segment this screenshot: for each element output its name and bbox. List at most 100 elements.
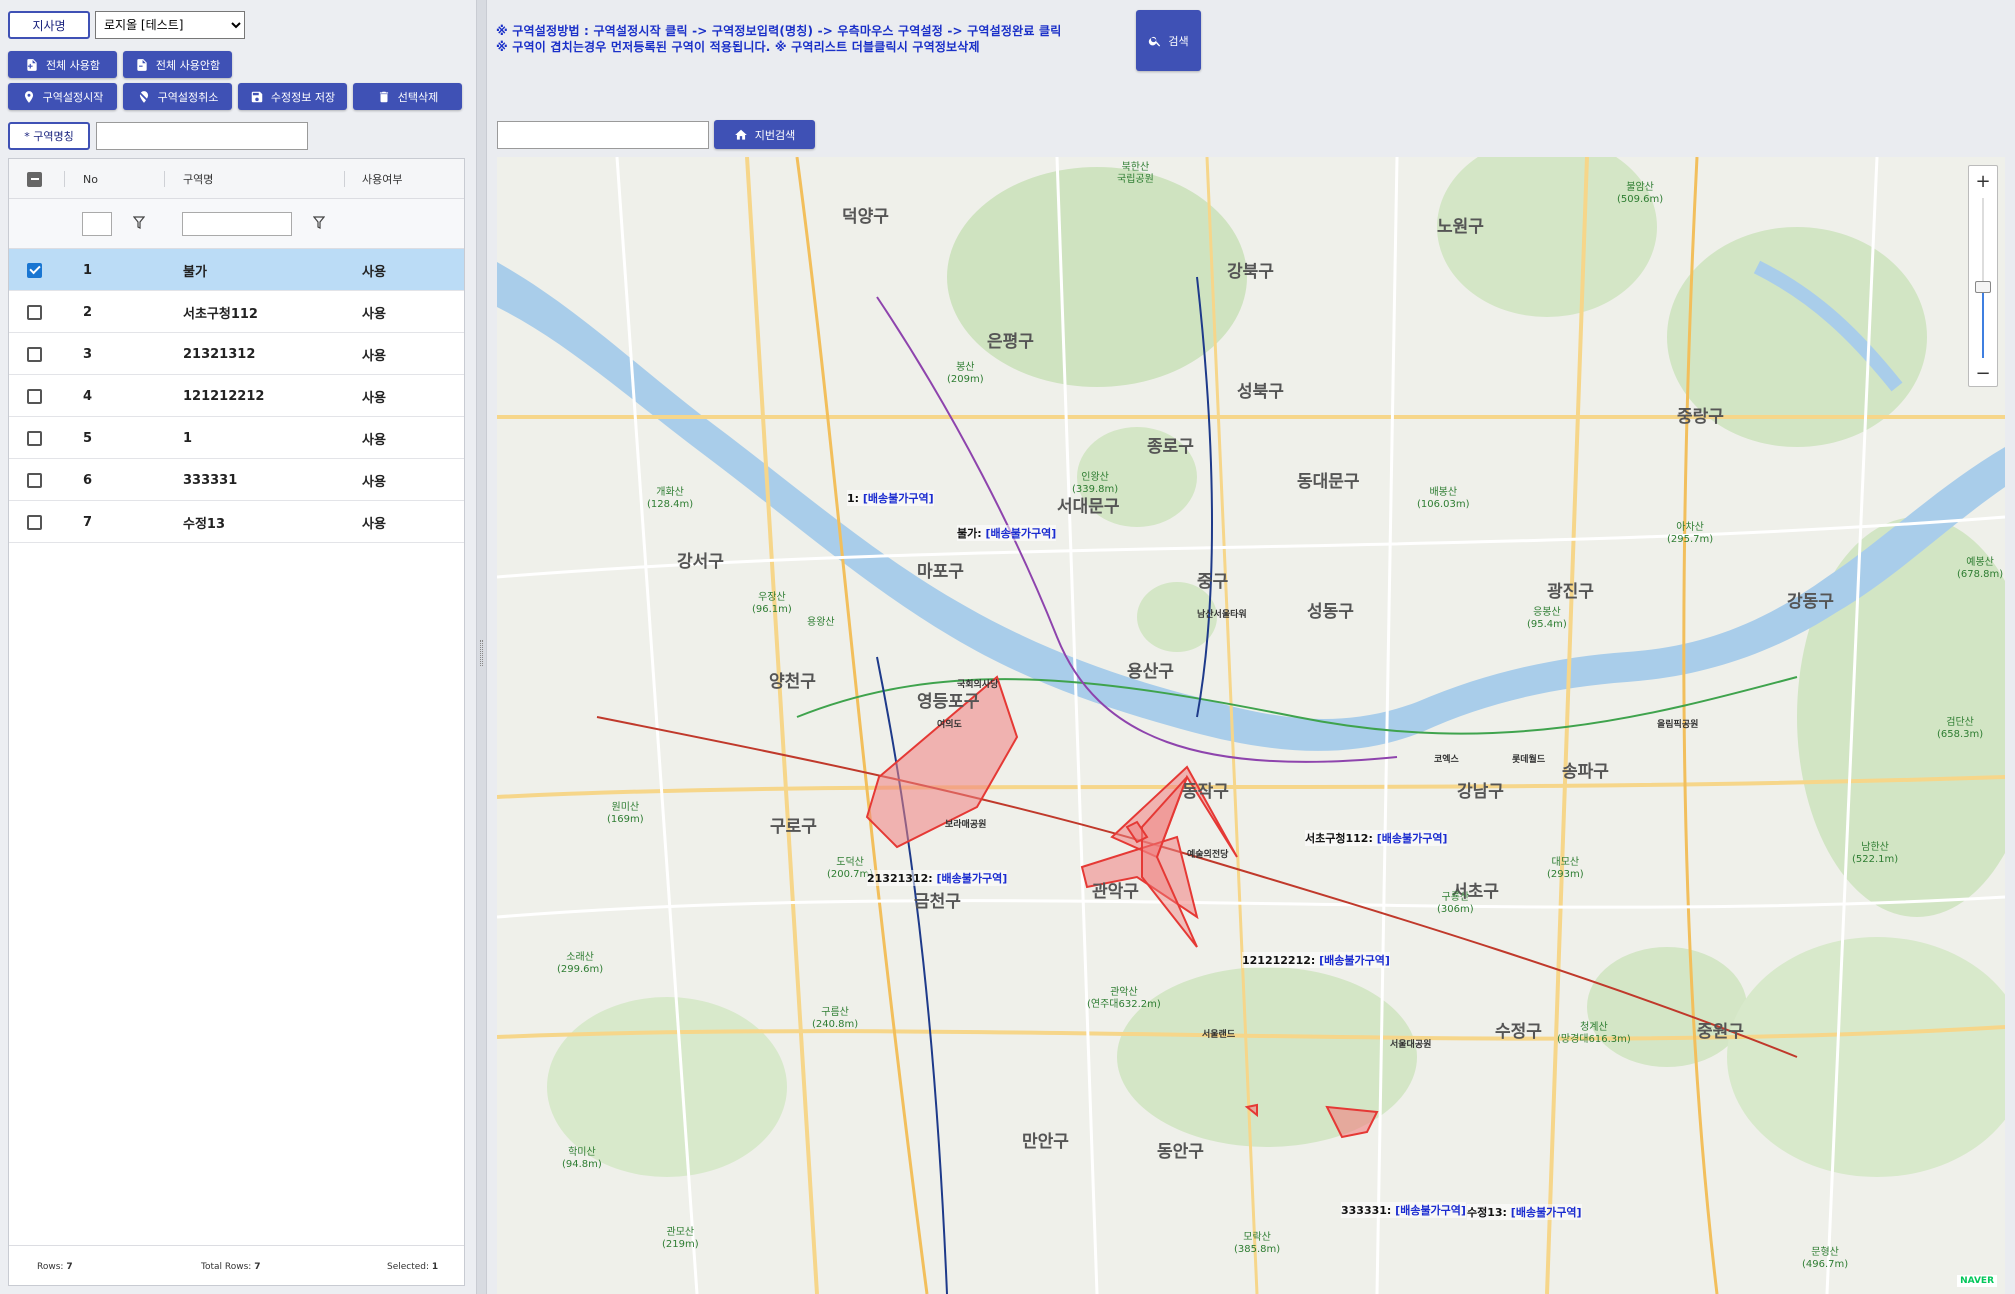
disable-all-button[interactable]: 전체 사용안함 <box>123 51 232 78</box>
zone-label[interactable]: 21321312: [배송불가구역] <box>867 870 1008 886</box>
landmark-label: 남산서울타워 <box>1197 610 1247 620</box>
row-checkbox-cell[interactable] <box>27 459 42 501</box>
row-checkbox[interactable] <box>27 262 42 278</box>
row-zone-name: 21321312 <box>183 346 256 362</box>
row-checkbox[interactable] <box>27 304 42 320</box>
zone-label[interactable]: 333331: [배송불가구역] <box>1341 1202 1466 1218</box>
header-no[interactable]: No <box>83 159 98 199</box>
row-no: 5 <box>83 430 93 446</box>
save-edit-button[interactable]: 수정정보 저장 <box>238 83 347 110</box>
mountain-poi: 인왕산 (339.8m) <box>1072 472 1119 495</box>
district-label: 양천구 <box>769 672 816 692</box>
address-search-button[interactable]: 지번검색 <box>714 120 815 149</box>
mountain-poi: 구룡산 (306m) <box>1437 892 1474 915</box>
district-label: 중구 <box>1197 572 1229 592</box>
row-no: 3 <box>83 346 93 362</box>
zone-grid: No 구역명 사용여부 1 불가 사용 2 서초구청112 사용 3 21321312 사용 4 1… <box>8 158 465 1286</box>
cancel-zone-button[interactable]: 구역설정취소 <box>123 83 232 110</box>
mountain-poi: 학미산 (94.8m) <box>562 1147 602 1170</box>
row-checkbox[interactable] <box>27 472 42 488</box>
zoom-slider-handle[interactable] <box>1975 281 1991 293</box>
zoom-out-button[interactable]: − <box>1969 360 1997 386</box>
select-all-checkbox[interactable] <box>27 171 42 187</box>
row-checkbox[interactable] <box>27 388 42 404</box>
delete-selected-button[interactable]: 선택삭제 <box>353 83 462 110</box>
mountain-poi: 문형산 (496.7m) <box>1802 1247 1849 1270</box>
landmark-label: 국회의사당 <box>957 680 999 690</box>
table-row[interactable]: 6 333331 사용 <box>9 459 464 501</box>
mountain-poi: 모락산 (385.8m) <box>1234 1232 1281 1255</box>
search-button[interactable]: 검색 <box>1136 10 1201 71</box>
zone-label[interactable]: 1: [배송불가구역] <box>847 490 934 506</box>
district-label: 영등포구 <box>917 692 980 712</box>
mountain-poi: 응봉산 (95.4m) <box>1527 607 1567 630</box>
district-label: 관악구 <box>1092 882 1139 902</box>
header-use[interactable]: 사용여부 <box>362 159 402 199</box>
zone-label[interactable]: 수정13: [배송불가구역] <box>1467 1204 1582 1220</box>
zone-name-input[interactable] <box>96 122 308 150</box>
district-label: 동안구 <box>1157 1142 1204 1162</box>
row-checkbox-cell[interactable] <box>27 417 42 459</box>
row-checkbox-cell[interactable] <box>27 249 42 291</box>
map-pin-off-icon <box>137 90 150 103</box>
search-label: 검색 <box>1168 34 1189 48</box>
panel-splitter[interactable] <box>476 0 487 1294</box>
row-checkbox[interactable] <box>27 514 42 530</box>
zoom-in-button[interactable]: + <box>1969 168 1997 194</box>
table-row[interactable]: 4 121212212 사용 <box>9 375 464 417</box>
branch-select[interactable]: 로지올 [테스트] <box>95 11 245 39</box>
zone-label[interactable]: 121212212: [배송불가구역] <box>1242 952 1390 968</box>
row-checkbox-cell[interactable] <box>27 291 42 333</box>
header-zone-name[interactable]: 구역명 <box>183 159 213 199</box>
zone-label[interactable]: 불가: [배송불가구역] <box>957 525 1057 541</box>
table-row[interactable]: 3 21321312 사용 <box>9 333 464 375</box>
row-checkbox[interactable] <box>27 346 42 362</box>
filter-no-input[interactable] <box>82 212 112 236</box>
save-icon <box>251 91 263 102</box>
enable-all-button[interactable]: 전체 사용함 <box>8 51 117 78</box>
mountain-poi: 용왕산 <box>807 617 835 628</box>
row-no: 1 <box>83 262 93 278</box>
enable-all-label: 전체 사용함 <box>45 58 101 72</box>
zone-label[interactable]: 서초구청112: [배송불가구역] <box>1305 830 1448 846</box>
row-use: 사용 <box>362 474 386 490</box>
district-label: 성북구 <box>1237 382 1284 402</box>
row-use: 사용 <box>362 348 386 364</box>
select-all-cell[interactable] <box>27 159 42 199</box>
mountain-poi: 봉산 (209m) <box>947 362 984 385</box>
search-icon <box>1149 36 1161 47</box>
filter-name-icon[interactable] <box>313 216 325 230</box>
map-panel: ※ 구역설정방법 : 구역설정시작 클릭 -> 구역정보입력(명칭) -> 우측… <box>487 0 2015 1294</box>
filter-name-input[interactable] <box>182 212 292 236</box>
table-row[interactable]: 5 1 사용 <box>9 417 464 459</box>
zone-instructions: ※ 구역설정방법 : 구역설정시작 클릭 -> 구역정보입력(명칭) -> 우측… <box>496 23 1061 55</box>
district-label: 만안구 <box>1022 1132 1069 1152</box>
disable-all-label: 전체 사용안함 <box>155 58 221 72</box>
row-checkbox[interactable] <box>27 430 42 446</box>
row-no: 6 <box>83 472 93 488</box>
zone-name-label: * 구역명칭 <box>8 122 90 150</box>
mountain-poi: 청계산 (망경대616.3m) <box>1557 1022 1631 1045</box>
mountain-poi: 예봉산 (678.8m) <box>1957 557 2004 580</box>
landmark-label: 롯데월드 <box>1512 755 1546 765</box>
mountain-poi: 검단산 (658.3m) <box>1937 717 1984 740</box>
naver-logo: NAVER <box>1957 1275 1997 1287</box>
naver-map[interactable]: 덕양구 강북구 노원구 은평구 성북구 종로구 중랑구 서대문구 동대문구 강서구 마포구 중구 성동구… <box>497 157 2005 1294</box>
table-row[interactable]: 7 수정13 사용 <box>9 501 464 543</box>
row-checkbox-cell[interactable] <box>27 501 42 543</box>
row-use: 사용 <box>362 390 386 406</box>
table-row[interactable]: 2 서초구청112 사용 <box>9 291 464 333</box>
table-row[interactable]: 1 불가 사용 <box>9 249 464 291</box>
notice-line-1: ※ 구역설정방법 : 구역설정시작 클릭 -> 구역정보입력(명칭) -> 우측… <box>496 24 1062 38</box>
row-checkbox-cell[interactable] <box>27 333 42 375</box>
filter-no-icon[interactable] <box>133 216 145 230</box>
mountain-poi: 대모산 (293m) <box>1547 857 1584 880</box>
row-checkbox-cell[interactable] <box>27 375 42 417</box>
address-input[interactable] <box>497 121 709 149</box>
district-label: 덕양구 <box>842 207 889 227</box>
branch-label-button[interactable]: 지사명 <box>8 11 90 39</box>
landmark-label: 보라매공원 <box>945 820 987 830</box>
total-rows-count: Total Rows: 7 <box>201 1262 261 1272</box>
start-zone-button[interactable]: 구역설정시작 <box>8 83 117 110</box>
row-use: 사용 <box>362 516 386 532</box>
